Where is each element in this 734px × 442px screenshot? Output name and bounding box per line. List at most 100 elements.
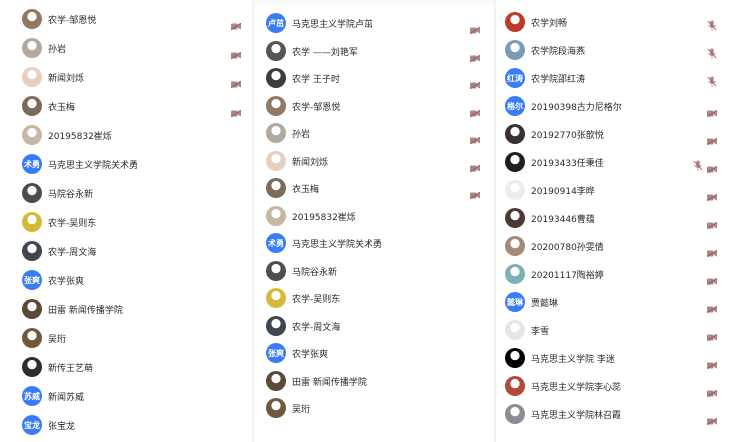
participant-row[interactable]: 术勇 马克思主义学院关术勇 (0, 153, 252, 180)
mic-muted-icon[interactable] (707, 44, 717, 59)
participant-row[interactable]: 卢茁 马克思主义学院卢茁 (254, 12, 494, 39)
camera-off-icon[interactable] (706, 326, 718, 342)
avatar: 张爽 (266, 343, 286, 363)
participant-row[interactable]: 衣玉梅 (0, 95, 252, 122)
participant-row[interactable]: 新闻刘烁 (254, 150, 494, 177)
camera-off-icon[interactable] (469, 184, 481, 200)
camera-off-icon[interactable] (230, 15, 242, 31)
participant-name: 20190398古力尼格尔 (531, 103, 622, 113)
camera-off-icon[interactable] (706, 382, 718, 398)
participant-column-3: 农学刘畅 农学院段海燕 红涛 农学院邵红涛 格尔 20190398古力尼格尔 2019277… (496, 0, 734, 442)
avatar (266, 150, 286, 171)
participant-row[interactable]: 马克思主义学院 李迷 (496, 347, 734, 374)
avatar (505, 12, 525, 32)
camera-off-icon[interactable] (706, 102, 718, 118)
avatar (22, 96, 42, 116)
camera-off-icon[interactable] (469, 129, 481, 145)
avatar (22, 299, 42, 319)
participant-row[interactable]: 吴珩 (254, 397, 494, 424)
participant-row[interactable]: 吴珩 (0, 327, 252, 354)
avatar: 术勇 (22, 154, 42, 174)
camera-off-icon[interactable] (469, 47, 481, 62)
camera-off-icon[interactable] (469, 157, 481, 172)
participant-row[interactable]: 马院谷永新 (0, 182, 252, 209)
participant-name: 孙岩 (292, 130, 311, 140)
avatar (22, 212, 42, 232)
camera-off-icon[interactable] (469, 19, 481, 35)
participant-row[interactable]: 20200780孙雯倩 (496, 235, 734, 262)
participant-row[interactable]: 李雪 (496, 319, 734, 346)
camera-off-icon[interactable] (706, 298, 718, 314)
participant-name: 20192770张歆悦 (531, 131, 604, 141)
avatar (505, 404, 525, 424)
camera-off-icon[interactable] (469, 102, 481, 117)
participant-row[interactable]: 孙岩 (254, 122, 494, 149)
participant-row[interactable]: 马克思主义学院林召霞 (496, 403, 734, 430)
participant-row[interactable]: 张爽 农学张爽 (0, 269, 252, 296)
avatar (505, 320, 525, 340)
participant-row[interactable]: 红涛 农学院邵红涛 (496, 67, 734, 94)
mic-muted-icon[interactable] (707, 16, 717, 31)
participant-row[interactable]: 农学-吴则东 (254, 287, 494, 314)
participant-row[interactable]: 张爽 农学张爽 (254, 342, 494, 369)
participant-row[interactable]: 术勇 马克思主义学院关术勇 (254, 232, 494, 259)
camera-off-icon[interactable] (706, 410, 718, 426)
participant-row[interactable]: 农学-邹恩悦 (0, 8, 252, 35)
avatar (505, 208, 525, 228)
avatar (505, 152, 525, 172)
avatar-initials: 术勇 (268, 238, 284, 248)
avatar-initials: 张爽 (24, 275, 40, 285)
camera-off-icon[interactable] (706, 242, 718, 258)
avatar-initials: 苏威 (24, 391, 40, 401)
camera-off-icon[interactable] (706, 214, 718, 230)
participant-row[interactable]: 20195832崔烁 (254, 205, 494, 232)
participant-row[interactable]: 农学-吴则东 (0, 211, 252, 238)
participant-row[interactable]: 新传王艺萌 (0, 356, 252, 383)
camera-off-icon[interactable] (706, 186, 718, 202)
mic-muted-icon[interactable] (693, 156, 703, 171)
participant-row[interactable]: 20193446曹蕴 (496, 207, 734, 234)
mic-muted-icon[interactable] (707, 72, 717, 87)
participant-name: 马克思主义学院卢茁 (292, 20, 374, 30)
avatar (266, 315, 286, 336)
participant-row[interactable]: 田雷 新闻传播学院 (0, 298, 252, 325)
participant-row[interactable]: 田雷 新闻传播学院 (254, 370, 494, 397)
participant-row[interactable]: 孙岩 (0, 37, 252, 64)
participant-row[interactable]: 农学-邹恩悦 (254, 95, 494, 122)
participant-row[interactable]: 农学-周文海 (0, 240, 252, 267)
participant-row[interactable]: 农学 王子时 (254, 67, 494, 94)
participant-row[interactable]: 农学院段海燕 (496, 39, 734, 66)
participant-row[interactable]: 农学-周文海 (254, 315, 494, 342)
avatar (505, 236, 525, 256)
camera-off-icon[interactable] (706, 130, 718, 146)
camera-off-icon[interactable] (230, 102, 242, 118)
avatar (266, 260, 286, 281)
camera-off-icon[interactable] (469, 74, 481, 90)
participant-row[interactable]: 农学 ——刘艳军 (254, 40, 494, 67)
participant-name: 吴珩 (292, 405, 311, 415)
participant-row[interactable]: 20192770张歆悦 (496, 123, 734, 150)
participant-row[interactable]: 格尔 20190398古力尼格尔 (496, 95, 734, 122)
avatar-initials: 懿琳 (507, 297, 523, 307)
avatar: 红涛 (505, 68, 525, 88)
participant-row[interactable]: 马院谷永新 (254, 260, 494, 287)
participant-name: 新闻苏威 (48, 393, 85, 403)
participant-row[interactable]: 20193433任秉佳 (496, 151, 734, 178)
camera-off-icon[interactable] (230, 73, 242, 89)
participant-row[interactable]: 20201117陶裕婷 (496, 263, 734, 290)
participant-row[interactable]: 宝龙 张宝龙 (0, 414, 252, 441)
participant-row[interactable]: 农学刘畅 (496, 11, 734, 38)
participant-row[interactable]: 懿琳 贾懿琳 (496, 291, 734, 318)
camera-off-icon[interactable] (706, 270, 718, 286)
participant-row[interactable]: 衣玉梅 (254, 177, 494, 204)
camera-off-icon[interactable] (706, 158, 718, 174)
participant-name: 20200780孙雯倩 (531, 243, 604, 253)
participant-name: 吴珩 (48, 335, 67, 345)
camera-off-icon[interactable] (706, 354, 718, 370)
participant-row[interactable]: 20190914李晔 (496, 179, 734, 206)
participant-row[interactable]: 20195832崔烁 (0, 124, 252, 151)
participant-row[interactable]: 苏威 新闻苏威 (0, 385, 252, 412)
participant-row[interactable]: 马克思主义学院李心蕊 (496, 375, 734, 402)
camera-off-icon[interactable] (230, 44, 242, 60)
participant-row[interactable]: 新闻刘烁 (0, 66, 252, 93)
